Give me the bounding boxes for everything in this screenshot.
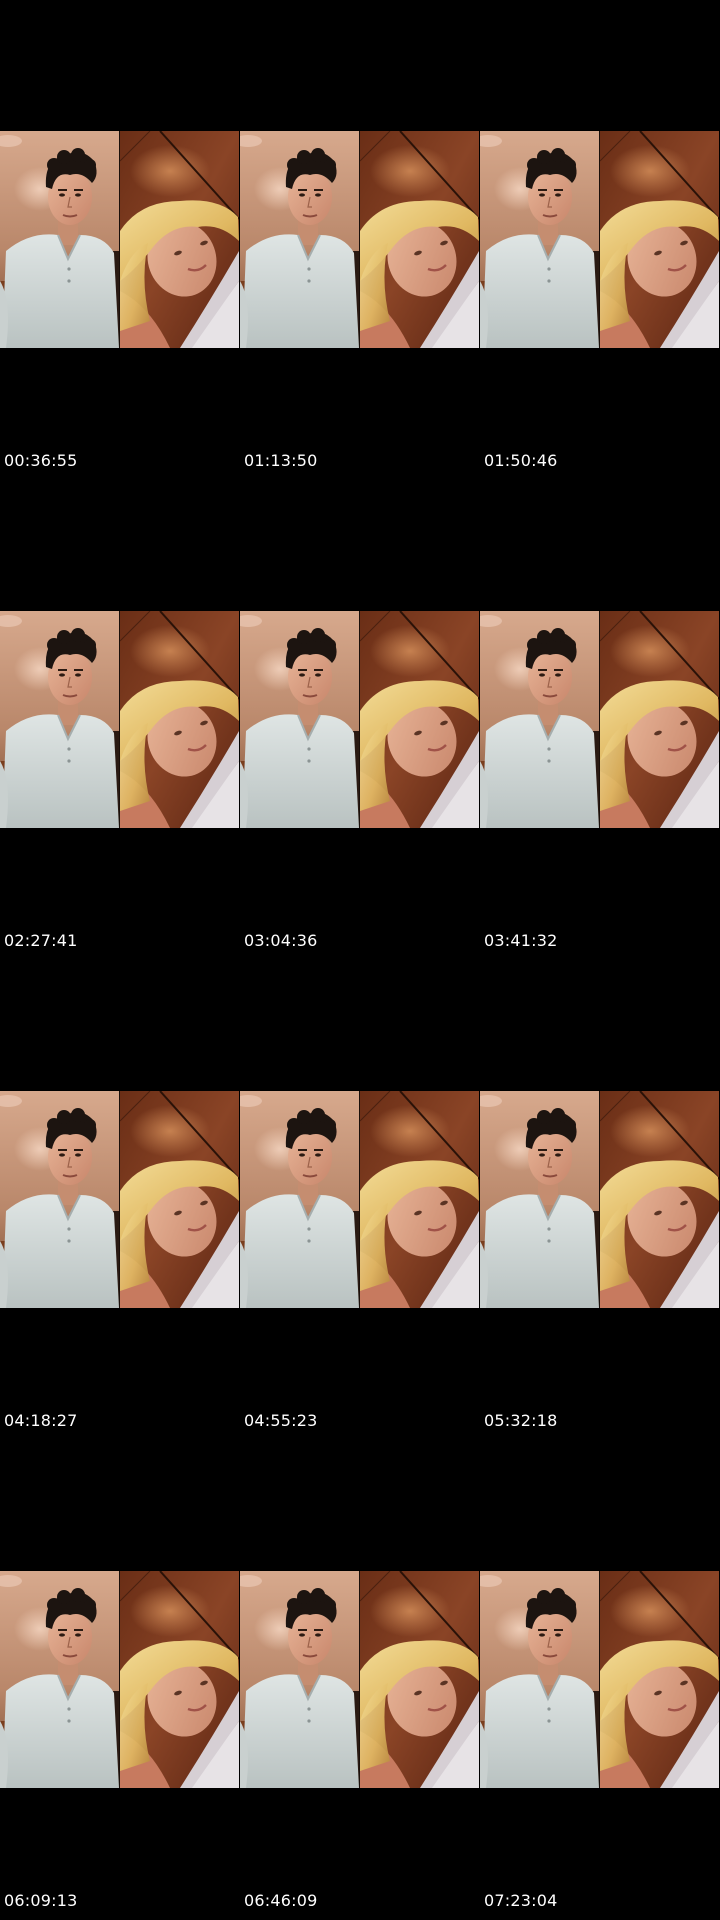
frame-thumbnail — [0, 611, 240, 828]
frame-cell: 07:23:04 — [480, 1440, 720, 1920]
video-frame-right — [120, 131, 239, 348]
frame-timestamp: 03:41:32 — [484, 931, 558, 950]
frame-thumbnail — [240, 1571, 480, 1788]
frame-cell: 04:18:27 — [0, 960, 240, 1440]
frame-timestamp: 05:32:18 — [484, 1411, 558, 1430]
video-frame-left — [480, 1091, 599, 1308]
frame-cell: 03:41:32 — [480, 480, 720, 960]
video-frame-right — [360, 1091, 479, 1308]
frame-cell: 01:13:50 — [240, 0, 480, 480]
frame-thumbnail — [0, 1091, 240, 1308]
video-frame-left — [0, 131, 119, 348]
frame-timestamp: 01:13:50 — [244, 451, 318, 470]
video-frame-right — [600, 1571, 719, 1788]
video-frame-right — [360, 131, 479, 348]
video-frame-left — [0, 611, 119, 828]
video-frame-right — [120, 1571, 239, 1788]
video-frame-left — [480, 611, 599, 828]
video-frame-left — [0, 1091, 119, 1308]
frame-timestamp: 06:46:09 — [244, 1891, 318, 1910]
frame-timestamp: 06:09:13 — [4, 1891, 78, 1910]
contact-sheet: 00:36:55 01:13:50 01:50:46 02:27:41 03:0… — [0, 0, 720, 1920]
frame-thumbnail — [480, 1091, 720, 1308]
frame-cell: 02:27:41 — [0, 480, 240, 960]
frame-cell: 01:50:46 — [480, 0, 720, 480]
frame-timestamp: 04:55:23 — [244, 1411, 318, 1430]
frame-cell: 04:55:23 — [240, 960, 480, 1440]
frame-timestamp: 04:18:27 — [4, 1411, 78, 1430]
video-frame-right — [120, 611, 239, 828]
video-frame-left — [240, 131, 359, 348]
video-frame-right — [600, 611, 719, 828]
video-frame-right — [360, 1571, 479, 1788]
video-frame-left — [480, 131, 599, 348]
frame-timestamp: 03:04:36 — [244, 931, 318, 950]
frame-thumbnail — [0, 1571, 240, 1788]
video-frame-right — [600, 131, 719, 348]
frame-thumbnail — [240, 611, 480, 828]
frame-timestamp: 02:27:41 — [4, 931, 78, 950]
frame-timestamp: 07:23:04 — [484, 1891, 558, 1910]
frame-thumbnail — [480, 611, 720, 828]
frame-thumbnail — [240, 131, 480, 348]
video-frame-left — [480, 1571, 599, 1788]
video-frame-left — [240, 1571, 359, 1788]
frame-cell: 06:09:13 — [0, 1440, 240, 1920]
frame-cell: 00:36:55 — [0, 0, 240, 480]
frame-cell: 06:46:09 — [240, 1440, 480, 1920]
video-frame-right — [600, 1091, 719, 1308]
frame-thumbnail — [240, 1091, 480, 1308]
frame-timestamp: 01:50:46 — [484, 451, 558, 470]
video-frame-left — [0, 1571, 119, 1788]
frame-thumbnail — [480, 131, 720, 348]
frame-thumbnail — [0, 131, 240, 348]
video-frame-left — [240, 1091, 359, 1308]
video-frame-right — [360, 611, 479, 828]
frame-thumbnail — [480, 1571, 720, 1788]
frame-timestamp: 00:36:55 — [4, 451, 78, 470]
frame-cell: 03:04:36 — [240, 480, 480, 960]
video-frame-left — [240, 611, 359, 828]
frame-cell: 05:32:18 — [480, 960, 720, 1440]
video-frame-right — [120, 1091, 239, 1308]
